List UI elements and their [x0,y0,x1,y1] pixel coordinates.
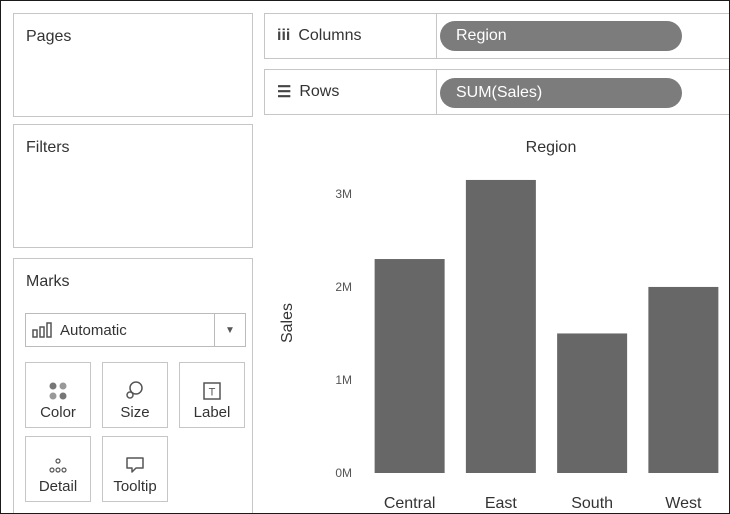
mark-type-dropdown[interactable]: Automatic ▼ [25,313,246,347]
rows-label-text: Rows [299,83,340,100]
y-axis-ticks: 0M 1M 2M 3M [335,187,352,480]
bar-central[interactable] [374,259,445,473]
chart-title: Region [526,139,577,156]
color-icon [49,382,67,400]
color-label: Color [40,404,76,421]
bars-group [374,179,719,474]
y-axis-label: Sales [279,303,296,343]
bar-chart: Region Sales 0M 1M 2M 3M Central East South We… [279,139,719,512]
label-button[interactable]: T Label [179,362,245,428]
bar-south[interactable] [557,333,628,473]
rows-icon: ☰ [277,84,292,101]
x-axis-ticks: Central East South West [384,495,702,512]
sum-sales-pill[interactable]: SUM(Sales) [440,78,682,108]
tableau-window: Pages Filters Marks Automatic ▼ Color Si… [0,0,730,514]
detail-label: Detail [38,478,78,495]
tooltip-icon [126,457,144,473]
filters-panel[interactable]: Filters [13,124,253,248]
region-pill[interactable]: Region [440,21,682,51]
chevron-down-icon[interactable]: ▼ [214,314,245,346]
filters-title: Filters [26,139,70,156]
pages-title: Pages [26,28,72,45]
label-label: Label [193,404,231,421]
bar-east[interactable] [465,179,536,474]
marks-title: Marks [26,273,70,290]
pages-panel[interactable]: Pages [13,13,253,117]
label-icon: T [203,382,221,400]
tooltip-button[interactable]: Tooltip [102,436,168,502]
x-tick-label: East [485,495,518,512]
columns-shelf-label: iii Columns [265,14,437,58]
size-icon [126,381,143,399]
x-tick-label: Central [384,495,436,512]
mark-type-value: Automatic [60,321,127,339]
marks-panel: Marks Automatic ▼ Color Size T Label Det… [13,258,253,513]
detail-button[interactable]: Detail [25,436,91,502]
columns-icon: iii [277,27,291,44]
x-tick-label: West [665,495,702,512]
detail-icon [49,458,67,473]
svg-text:T: T [209,387,216,399]
bar-chart-icon [32,322,52,338]
x-tick-label: South [571,495,613,512]
color-button[interactable]: Color [25,362,91,428]
y-tick-label: 2M [335,280,352,294]
columns-label-text: Columns [298,27,362,44]
size-button[interactable]: Size [102,362,168,428]
tooltip-label: Tooltip [113,478,157,495]
y-tick-label: 0M [335,466,352,480]
bar-west[interactable] [648,286,719,473]
rows-shelf-label: ☰ Rows [265,70,437,114]
rows-shelf[interactable]: ☰ Rows SUM(Sales) [264,69,729,115]
chart-view[interactable]: Region Sales 0M 1M 2M 3M Central East South We… [264,124,729,513]
columns-shelf[interactable]: iii Columns Region [264,13,729,59]
y-tick-label: 3M [335,187,352,201]
size-label: Size [120,404,150,421]
y-tick-label: 1M [335,373,352,387]
